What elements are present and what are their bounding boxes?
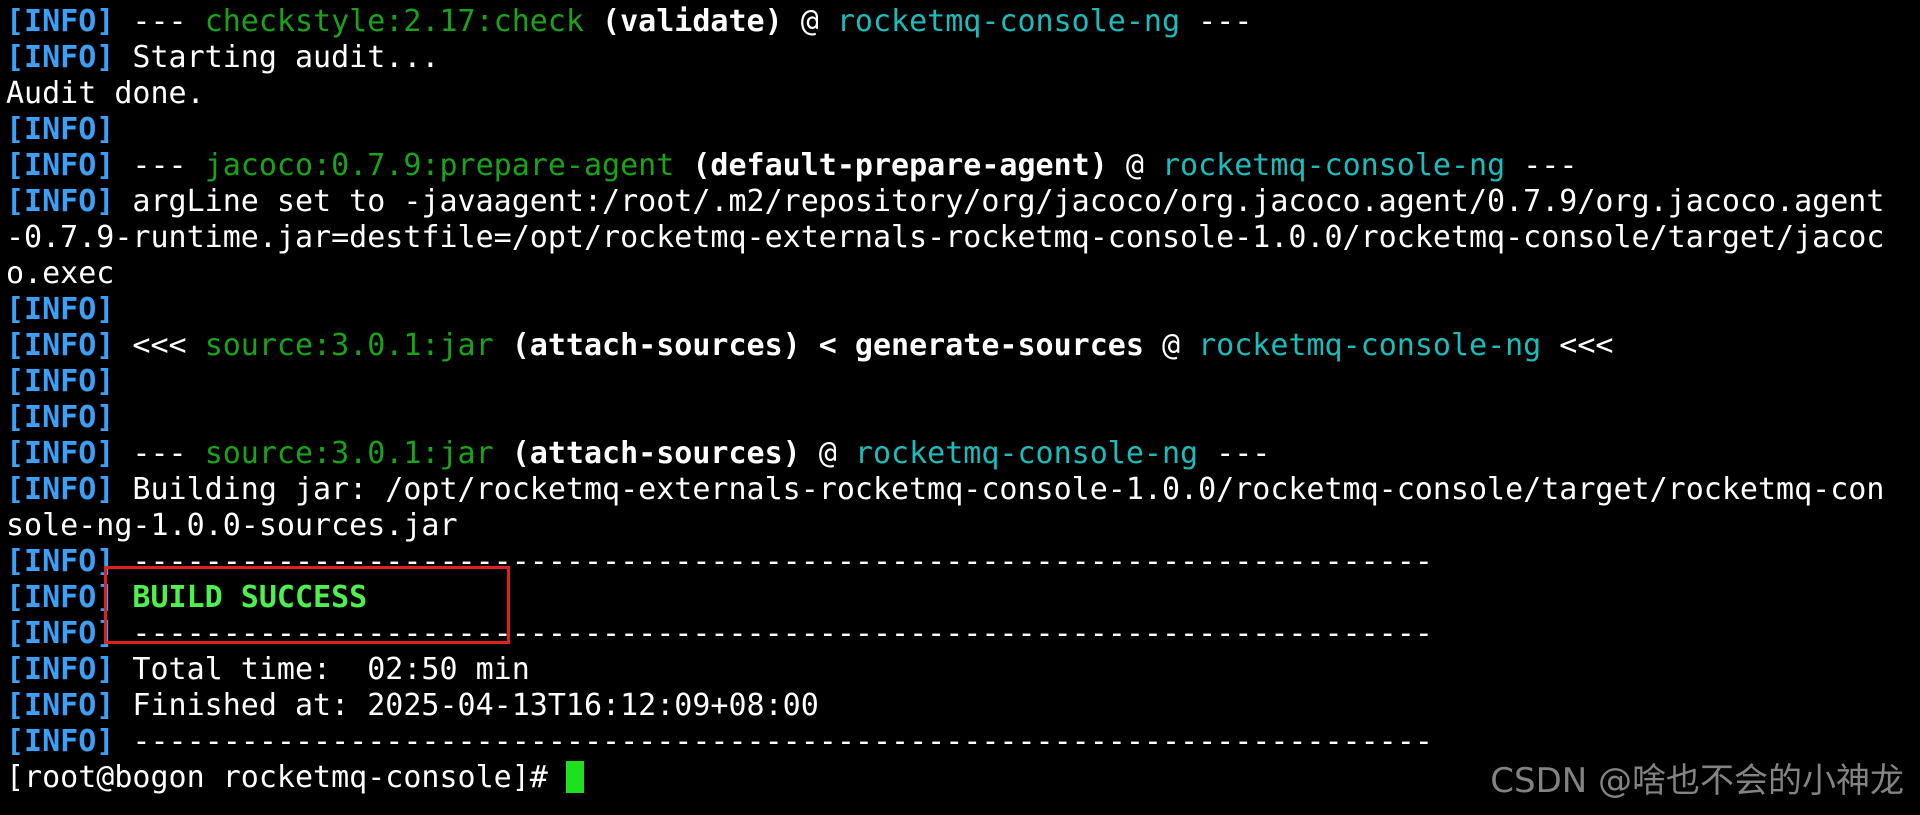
info-tag: [INFO] <box>6 688 115 723</box>
terminal-line: [INFO] Starting audit... <box>6 40 1920 76</box>
project-name: rocketmq-console-ng <box>1161 148 1506 183</box>
info-tag: [INFO] <box>6 580 115 615</box>
separator: --- <box>114 436 205 471</box>
line-text: -0.7.9-runtime.jar=destfile=/opt/rocketm… <box>6 220 1885 255</box>
terminal-line: [INFO] ---------------------------------… <box>6 544 1920 580</box>
line-text: Building jar: /opt/rocketmq-externals-ro… <box>114 472 1885 507</box>
plugin-goal: jacoco:0.7.9:prepare-agent <box>204 148 675 183</box>
info-tag: [INFO] <box>6 364 115 399</box>
info-tag: [INFO] <box>6 112 115 147</box>
info-tag: [INFO] <box>6 436 115 471</box>
at-sign: @ <box>1107 148 1162 183</box>
line-text: Finished at: 2025-04-13T16:12:09+08:00 <box>114 688 819 723</box>
line-text: argLine set to -javaagent:/root/.m2/repo… <box>114 184 1885 219</box>
at-sign: @ <box>1143 328 1199 363</box>
terminal-line: [INFO] Total time: 02:50 min <box>6 652 1920 688</box>
terminal-line: [INFO] argLine set to -javaagent:/root/.… <box>6 184 1920 220</box>
terminal-line: o.exec <box>6 256 1920 292</box>
info-tag: [INFO] <box>6 472 115 507</box>
info-tag: [INFO] <box>6 148 115 183</box>
line-text: sole-ng-1.0.0-sources.jar <box>6 508 458 543</box>
info-tag: [INFO] <box>6 616 115 651</box>
build-success-text: BUILD SUCCESS <box>114 580 368 615</box>
terminal-line: [INFO] BUILD SUCCESS <box>6 580 1920 616</box>
at-sign: @ <box>782 4 837 39</box>
at-sign: @ <box>800 436 855 471</box>
plugin-goal: source:3.0.1:jar <box>204 436 494 471</box>
info-tag: [INFO] <box>6 328 115 363</box>
terminal-line: [INFO] --- checkstyle:2.17:check (valida… <box>6 4 1920 40</box>
watermark: CSDN @啥也不会的小神龙 <box>1490 761 1904 801</box>
terminal-line: [INFO] <box>6 112 1920 148</box>
line-text: ----------------------------------------… <box>114 544 1433 579</box>
info-tag: [INFO] <box>6 184 115 219</box>
execution-id: (default-prepare-agent) <box>674 148 1108 183</box>
separator-end: --- <box>1180 4 1253 39</box>
terminal-line: [INFO] <box>6 292 1920 328</box>
info-tag: [INFO] <box>6 724 115 759</box>
separator-end: <<< <box>1541 328 1614 363</box>
terminal-line: [INFO] <box>6 364 1920 400</box>
terminal-scrollbar[interactable] <box>1898 0 1920 815</box>
execution-id: (attach-sources) < generate-sources <box>493 328 1144 363</box>
terminal-line: [INFO] Finished at: 2025-04-13T16:12:09+… <box>6 688 1920 724</box>
terminal-line: [INFO] <<< source:3.0.1:jar (attach-sour… <box>6 328 1920 364</box>
terminal-line: [INFO] ---------------------------------… <box>6 616 1920 652</box>
terminal-line: [INFO] Building jar: /opt/rocketmq-exter… <box>6 472 1920 508</box>
line-text: Starting audit... <box>114 40 440 75</box>
separator-end: --- <box>1505 148 1578 183</box>
line-text: Total time: 02:50 min <box>114 652 530 687</box>
terminal-line: [INFO] --- jacoco:0.7.9:prepare-agent (d… <box>6 148 1920 184</box>
terminal-line: sole-ng-1.0.0-sources.jar <box>6 508 1920 544</box>
separator: <<< <box>114 328 205 363</box>
line-text: ----------------------------------------… <box>114 724 1433 759</box>
shell-prompt: [root@bogon rocketmq-console]# <box>6 760 566 795</box>
line-text: o.exec <box>6 256 115 291</box>
info-tag: [INFO] <box>6 400 115 435</box>
terminal-line: Audit done. <box>6 76 1920 112</box>
separator: --- <box>114 148 205 183</box>
terminal-cursor <box>565 761 584 793</box>
execution-id: (attach-sources) <box>493 436 801 471</box>
separator: --- <box>114 4 205 39</box>
project-name: rocketmq-console-ng <box>854 436 1199 471</box>
plugin-goal: source:3.0.1:jar <box>204 328 494 363</box>
plugin-goal: checkstyle:2.17:check <box>204 4 584 39</box>
info-tag: [INFO] <box>6 40 115 75</box>
terminal-line: [INFO] --- source:3.0.1:jar (attach-sour… <box>6 436 1920 472</box>
terminal-line: -0.7.9-runtime.jar=destfile=/opt/rocketm… <box>6 220 1920 256</box>
separator-end: --- <box>1198 436 1271 471</box>
project-name: rocketmq-console-ng <box>1198 328 1542 363</box>
info-tag: [INFO] <box>6 292 115 327</box>
info-tag: [INFO] <box>6 544 115 579</box>
terminal-line: [INFO] ---------------------------------… <box>6 724 1920 760</box>
info-tag: [INFO] <box>6 652 115 687</box>
execution-id: (validate) <box>583 4 783 39</box>
line-text: Audit done. <box>6 76 205 111</box>
line-text: ----------------------------------------… <box>114 616 1433 651</box>
info-tag: [INFO] <box>6 4 115 39</box>
terminal-line: [INFO] <box>6 400 1920 436</box>
terminal-window[interactable]: [INFO] --- checkstyle:2.17:check (valida… <box>0 0 1920 815</box>
project-name: rocketmq-console-ng <box>836 4 1181 39</box>
terminal-output: [INFO] --- checkstyle:2.17:check (valida… <box>6 4 1920 796</box>
